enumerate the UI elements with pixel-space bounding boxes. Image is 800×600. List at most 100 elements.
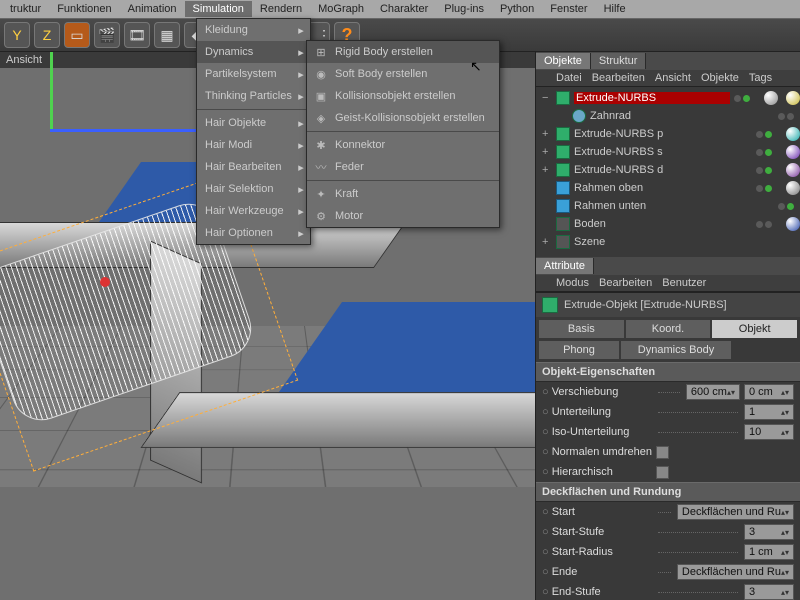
menuitem-kleidung[interactable]: Kleidung▸ bbox=[197, 19, 310, 41]
prop-field[interactable]: 0 cm▴▾ bbox=[744, 384, 794, 400]
prop-field[interactable]: 3▴▾ bbox=[744, 584, 794, 600]
submenu-konnektor[interactable]: ✱Konnektor bbox=[307, 134, 499, 156]
menuitem-hair-selektion[interactable]: Hair Selektion▸ bbox=[197, 178, 310, 200]
submenu-kraft[interactable]: ✦Kraft bbox=[307, 183, 499, 205]
object-name[interactable]: Extrude-NURBS p bbox=[574, 128, 752, 140]
object-tree[interactable]: − Extrude-NURBS Zahnrad + Extrude-NURBS p + Ex… bbox=[536, 87, 800, 257]
prop-field[interactable]: 3▴▾ bbox=[744, 524, 794, 540]
attrbar-bearbeiten[interactable]: Bearbeiten bbox=[599, 277, 652, 289]
visibility-dot[interactable] bbox=[756, 167, 763, 174]
objbar-ansicht[interactable]: Ansicht bbox=[655, 72, 691, 84]
visibility-dot[interactable] bbox=[765, 149, 772, 156]
menu-fenster[interactable]: Fenster bbox=[542, 1, 595, 17]
tree-row[interactable]: + Extrude-NURBS p bbox=[536, 125, 800, 143]
object-name[interactable]: Boden bbox=[574, 218, 752, 230]
menu-mograph[interactable]: MoGraph bbox=[310, 1, 372, 17]
material-tag-icon[interactable] bbox=[786, 163, 800, 177]
objbar-bearbeiten[interactable]: Bearbeiten bbox=[592, 72, 645, 84]
visibility-dot[interactable] bbox=[787, 203, 794, 210]
material-tag-icon[interactable] bbox=[786, 91, 800, 105]
object-name[interactable]: Extrude-NURBS d bbox=[574, 164, 752, 176]
simulation-menu[interactable]: Kleidung▸Dynamics▸Partikelsystem▸Thinkin… bbox=[196, 18, 311, 245]
visibility-dot[interactable] bbox=[765, 131, 772, 138]
attrbar-modus[interactable]: Modus bbox=[556, 277, 589, 289]
menuitem-partikelsystem[interactable]: Partikelsystem▸ bbox=[197, 63, 310, 85]
visibility-dot[interactable] bbox=[765, 185, 772, 192]
gizmo-origin[interactable] bbox=[100, 277, 110, 287]
visibility-dot[interactable] bbox=[778, 203, 785, 210]
visibility-dot[interactable] bbox=[756, 149, 763, 156]
tree-row[interactable]: Zahnrad bbox=[536, 107, 800, 125]
menu-animation[interactable]: Animation bbox=[120, 1, 185, 17]
expand-icon[interactable]: + bbox=[542, 236, 552, 248]
render-button[interactable]: 🎞 bbox=[124, 22, 150, 48]
expand-icon[interactable]: + bbox=[542, 128, 552, 140]
hierarchical-checkbox[interactable] bbox=[656, 466, 669, 479]
material-tag-icon[interactable] bbox=[764, 91, 778, 105]
gizmo-y-axis[interactable] bbox=[50, 52, 53, 132]
tree-row[interactable]: + Extrude-NURBS d bbox=[536, 161, 800, 179]
tree-row[interactable]: Rahmen unten bbox=[536, 197, 800, 215]
object-name[interactable]: Extrude-NURBS bbox=[574, 92, 730, 104]
material-tag-icon[interactable] bbox=[786, 217, 800, 231]
submenu-feder[interactable]: 〰Feder bbox=[307, 156, 499, 178]
prop-field[interactable]: Deckflächen und Ru▴▾ bbox=[677, 564, 794, 580]
menuitem-hair-bearbeiten[interactable]: Hair Bearbeiten▸ bbox=[197, 156, 310, 178]
menu-truktur[interactable]: truktur bbox=[2, 1, 49, 17]
visibility-dot[interactable] bbox=[756, 185, 763, 192]
object-name[interactable]: Szene bbox=[574, 236, 790, 248]
expand-icon[interactable]: − bbox=[542, 92, 552, 104]
tree-row[interactable]: Rahmen oben bbox=[536, 179, 800, 197]
attrbar-benutzer[interactable]: Benutzer bbox=[662, 277, 706, 289]
tab-objects[interactable]: Objekte bbox=[536, 53, 591, 69]
prop-field[interactable]: 1▴▾ bbox=[744, 404, 794, 420]
menuitem-dynamics[interactable]: Dynamics▸ bbox=[197, 41, 310, 63]
object-name[interactable]: Extrude-NURBS s bbox=[574, 146, 752, 158]
prop-field[interactable]: 1 cm▴▾ bbox=[744, 544, 794, 560]
menuitem-hair-objekte[interactable]: Hair Objekte▸ bbox=[197, 112, 310, 134]
visibility-dot[interactable] bbox=[756, 131, 763, 138]
submenu-kollisionsobjekt-erstellen[interactable]: ▣Kollisionsobjekt erstellen bbox=[307, 85, 499, 107]
tab-coord[interactable]: Koord. bbox=[626, 320, 711, 338]
render-settings-button[interactable]: ▦ bbox=[154, 22, 180, 48]
tab-dynamics-body[interactable]: Dynamics Body bbox=[621, 341, 731, 359]
object-name[interactable]: Rahmen unten bbox=[574, 200, 774, 212]
material-tag-icon[interactable] bbox=[786, 127, 800, 141]
tree-row[interactable]: Boden bbox=[536, 215, 800, 233]
expand-icon[interactable]: + bbox=[542, 146, 552, 158]
menu-hilfe[interactable]: Hilfe bbox=[596, 1, 634, 17]
menuitem-hair-werkzeuge[interactable]: Hair Werkzeuge▸ bbox=[197, 200, 310, 222]
visibility-dot[interactable] bbox=[734, 95, 741, 102]
menuitem-thinking-particles[interactable]: Thinking Particles▸ bbox=[197, 85, 310, 107]
objbar-datei[interactable]: Datei bbox=[556, 72, 582, 84]
visibility-dot[interactable] bbox=[756, 221, 763, 228]
tab-basis[interactable]: Basis bbox=[539, 320, 624, 338]
menu-funktionen[interactable]: Funktionen bbox=[49, 1, 119, 17]
axis-z-button[interactable]: Z bbox=[34, 22, 60, 48]
tab-structure[interactable]: Struktur bbox=[591, 53, 647, 69]
menu-rendern[interactable]: Rendern bbox=[252, 1, 310, 17]
objbar-objekte[interactable]: Objekte bbox=[701, 72, 739, 84]
tree-row[interactable]: + Szene bbox=[536, 233, 800, 251]
tab-phong[interactable]: Phong bbox=[539, 341, 619, 359]
visibility-dot[interactable] bbox=[778, 113, 785, 120]
prop-field[interactable]: 10▴▾ bbox=[744, 424, 794, 440]
normals-checkbox[interactable] bbox=[656, 446, 669, 459]
tree-row[interactable]: − Extrude-NURBS bbox=[536, 89, 800, 107]
material-tag-icon[interactable] bbox=[786, 181, 800, 195]
objbar-tags[interactable]: Tags bbox=[749, 72, 772, 84]
submenu-geist-kollisionsobjekt-erstellen[interactable]: ◈Geist-Kollisionsobjekt erstellen bbox=[307, 107, 499, 129]
tab-attributes[interactable]: Attribute bbox=[536, 258, 594, 274]
menu-plug-ins[interactable]: Plug-ins bbox=[436, 1, 492, 17]
menu-charakter[interactable]: Charakter bbox=[372, 1, 436, 17]
object-name[interactable]: Zahnrad bbox=[590, 110, 774, 122]
menu-python[interactable]: Python bbox=[492, 1, 542, 17]
submenu-motor[interactable]: ⚙Motor bbox=[307, 205, 499, 227]
visibility-dot[interactable] bbox=[743, 95, 750, 102]
material-tag-icon[interactable] bbox=[786, 145, 800, 159]
menu-simulation[interactable]: Simulation bbox=[185, 1, 252, 17]
tool-button[interactable]: ▭ bbox=[64, 22, 90, 48]
expand-icon[interactable]: + bbox=[542, 164, 552, 176]
prop-field[interactable]: Deckflächen und Ru▴▾ bbox=[677, 504, 794, 520]
visibility-dot[interactable] bbox=[765, 221, 772, 228]
